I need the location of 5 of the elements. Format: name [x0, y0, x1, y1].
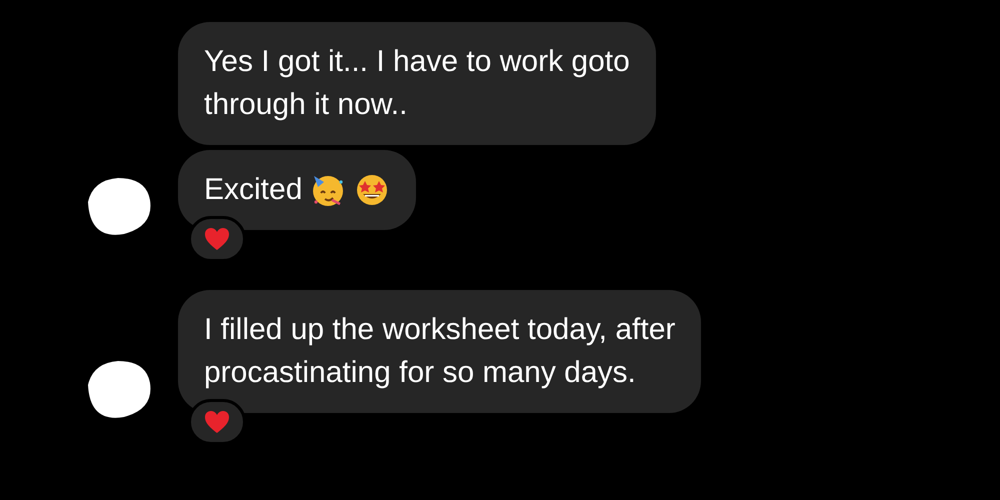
message-text: Yes I got it... I have to work goto through it now.. [204, 44, 630, 123]
message-text: I filled up the worksheet today, after procastinating for so many days. [204, 312, 676, 391]
heart-icon [204, 227, 230, 251]
message-text: Excited [204, 172, 302, 208]
heart-icon [204, 410, 230, 434]
